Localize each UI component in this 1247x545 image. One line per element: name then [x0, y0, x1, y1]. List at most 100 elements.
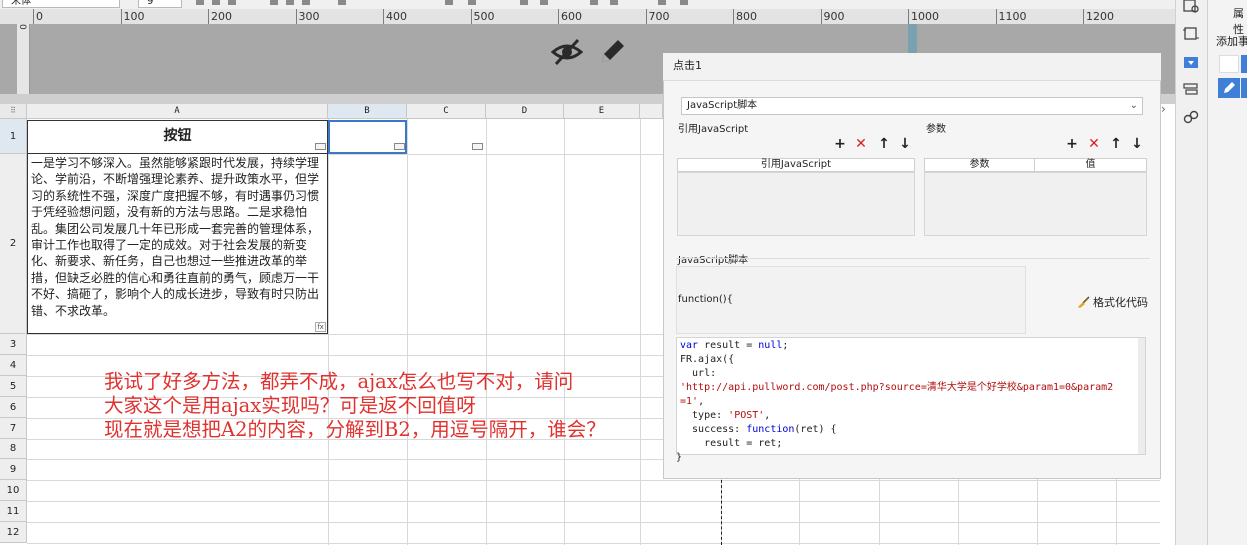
- row-header-3[interactable]: 3: [0, 334, 27, 355]
- ruler-label: 1000: [911, 10, 939, 23]
- format-code-label: 格式化代码: [1093, 296, 1148, 309]
- select-all-corner[interactable]: ⠿: [0, 104, 27, 119]
- param-add-icon[interactable]: +: [1065, 137, 1079, 151]
- right-toolbar: [1175, 0, 1207, 545]
- row-header-2[interactable]: 2: [0, 154, 27, 334]
- column-header-c[interactable]: C: [407, 104, 486, 119]
- value-column-header: 值: [1034, 158, 1147, 172]
- italic-icon[interactable]: [212, 0, 220, 5]
- row-header-6[interactable]: 6: [0, 397, 27, 418]
- grid-column-line: [486, 119, 487, 545]
- ruler-label: 200: [211, 10, 232, 23]
- row-header-11[interactable]: 11: [0, 501, 27, 522]
- widget-icon[interactable]: [680, 0, 688, 5]
- ruler-tick: [820, 9, 822, 24]
- param-up-icon[interactable]: ↑: [1109, 137, 1123, 151]
- hide-eye-icon[interactable]: [551, 38, 583, 66]
- formula-marker: fx: [315, 322, 326, 332]
- grid-column-line: [564, 119, 565, 545]
- column-header-e[interactable]: E: [564, 104, 640, 119]
- column-header-d[interactable]: D: [486, 104, 564, 119]
- ref-js-add-icon[interactable]: +: [833, 137, 847, 151]
- row-header-5[interactable]: 5: [0, 376, 27, 397]
- params-table[interactable]: [924, 172, 1147, 236]
- row-header-4[interactable]: 4: [0, 355, 27, 376]
- merge-icon[interactable]: [445, 0, 453, 5]
- grid-row-line: [27, 480, 1160, 481]
- row-header-10[interactable]: 10: [0, 480, 27, 501]
- ruler-label: 0: [36, 10, 43, 23]
- underline-icon[interactable]: [228, 0, 236, 5]
- ruler-label: 800: [736, 10, 757, 23]
- font-family-select[interactable]: 宋体: [2, 0, 120, 8]
- ruler-label: 500: [473, 10, 495, 23]
- border-icon[interactable]: [338, 0, 346, 5]
- ruler-label: 600: [561, 10, 582, 23]
- font-size-select[interactable]: 9: [138, 0, 182, 8]
- code-scrollbar[interactable]: [1138, 338, 1145, 454]
- format-code-button[interactable]: 格式化代码: [1077, 294, 1148, 310]
- row-header-9[interactable]: 9: [0, 459, 27, 480]
- page-break-line: [721, 480, 722, 545]
- grid-row-line: [27, 543, 1160, 544]
- image-icon[interactable]: [610, 0, 618, 5]
- annotation-line-3: 现在就是想把A2的内容，分解到B2，用逗号隔开，谁会？: [104, 418, 606, 441]
- copy-event-icon[interactable]: [1219, 55, 1239, 73]
- event-panel-title: 点击1: [663, 53, 1161, 81]
- row-header-12[interactable]: 12: [0, 522, 27, 543]
- cell-attributes-icon[interactable]: [1183, 0, 1199, 14]
- bold-icon[interactable]: [196, 0, 204, 5]
- resize-icon[interactable]: [1183, 27, 1199, 41]
- column-header-f[interactable]: [640, 104, 663, 119]
- ref-js-table[interactable]: [677, 172, 915, 236]
- grid-column-line: [640, 119, 641, 545]
- column-header-b[interactable]: B: [328, 104, 407, 119]
- row-header-7[interactable]: 7: [0, 418, 27, 439]
- text-icon[interactable]: [540, 0, 548, 5]
- grid-row-line: [27, 501, 1160, 502]
- code-editor[interactable]: var result = null; FR.ajax({ url: 'http:…: [676, 337, 1146, 455]
- widget-marker-a1: [315, 143, 326, 150]
- script-divider: [676, 258, 1150, 259]
- ruler-tick: [908, 9, 909, 24]
- chart-icon[interactable]: [590, 0, 598, 5]
- edit-event-icon[interactable]: [1218, 78, 1240, 98]
- event-type-select[interactable]: JavaScript脚本 ⌄: [681, 97, 1143, 115]
- grid-row-line: [27, 522, 1160, 523]
- align-right-icon[interactable]: [302, 0, 310, 5]
- add-event-label: 添加事件: [1216, 35, 1247, 48]
- ruler-tick: [295, 9, 297, 24]
- hyperlink-icon[interactable]: [1183, 110, 1199, 124]
- param-down-icon[interactable]: ↓: [1130, 137, 1144, 151]
- ruler-tick: [558, 9, 559, 24]
- ref-js-column-header: 引用JavaScript: [677, 158, 915, 172]
- condition-attributes-icon[interactable]: [1183, 83, 1199, 97]
- event-type-value: JavaScript脚本: [687, 100, 758, 111]
- align-left-icon[interactable]: [270, 0, 278, 5]
- ref-js-up-icon[interactable]: ↑: [877, 137, 891, 151]
- cell-a1-button[interactable]: 按钮: [27, 120, 328, 154]
- format-icon[interactable]: [468, 0, 476, 5]
- ruler-tick: [733, 9, 734, 24]
- cell-element-icon[interactable]: [658, 0, 666, 5]
- ruler-label: 1100: [998, 10, 1027, 23]
- event-row-selected[interactable]: [1241, 78, 1247, 98]
- ref-js-delete-icon[interactable]: ✕: [854, 137, 868, 151]
- link-icon[interactable]: [520, 0, 528, 5]
- row-header-1[interactable]: 1: [0, 119, 27, 154]
- param-delete-icon[interactable]: ✕: [1087, 137, 1101, 151]
- ruler-tick: [470, 9, 472, 24]
- chevron-down-icon: ⌄: [1129, 100, 1138, 111]
- params-label: 参数: [926, 124, 946, 135]
- row-header-8[interactable]: 8: [0, 439, 27, 459]
- param-column-header: 参数: [924, 158, 1035, 172]
- edit-pencil-icon[interactable]: [598, 36, 626, 66]
- column-header-a[interactable]: A: [27, 104, 328, 119]
- collapse-arrow-icon[interactable]: ›: [1161, 102, 1166, 116]
- ref-js-down-icon[interactable]: ↓: [898, 137, 912, 151]
- align-center-icon[interactable]: [286, 0, 294, 5]
- cell-a2[interactable]: 一是学习不够深入。虽然能够紧跟时代发展，持续学理论、学前沿，不断增强理论素养、提…: [27, 154, 328, 334]
- widget-settings-icon[interactable]: [1183, 56, 1199, 70]
- ruler-tick: [1083, 9, 1084, 24]
- ruler-label: 900: [823, 10, 845, 23]
